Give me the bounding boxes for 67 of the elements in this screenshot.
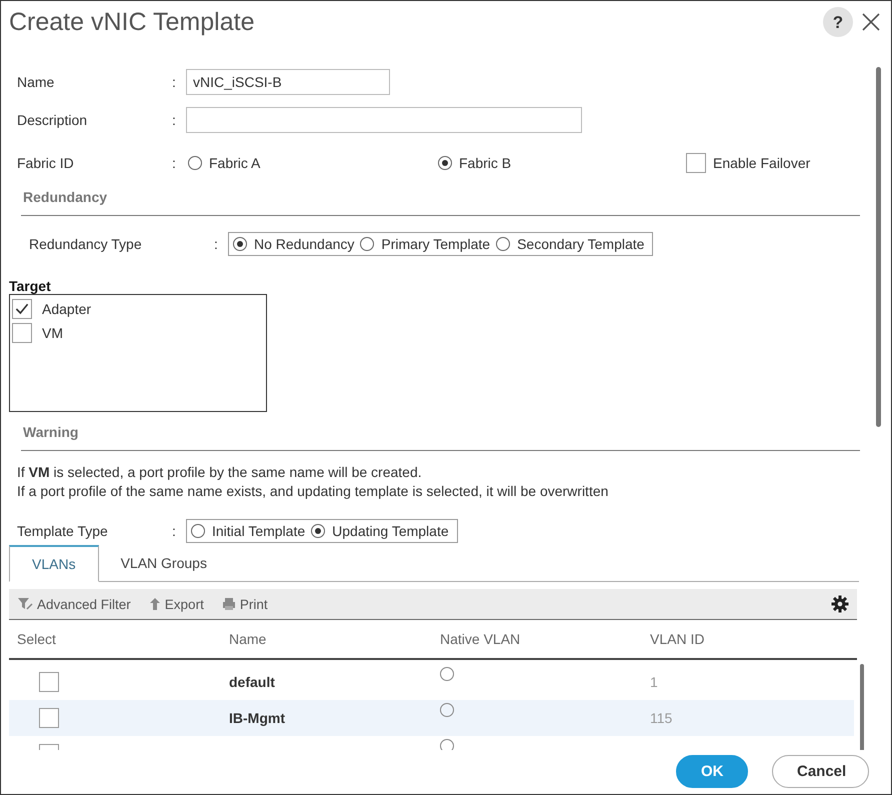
colon: : xyxy=(172,74,177,90)
field-label: Name xyxy=(17,74,56,90)
option-label: Fabric B xyxy=(459,155,512,171)
radio-button[interactable] xyxy=(311,524,326,538)
checkbox-label: VM xyxy=(42,325,63,341)
section-heading: Redundancy xyxy=(22,189,108,205)
option-label: Primary Template xyxy=(381,236,490,252)
vlan-name: default xyxy=(229,674,275,690)
radio-button[interactable] xyxy=(191,524,205,538)
option-label: No Redundancy xyxy=(254,236,354,252)
section-heading: Warning xyxy=(22,424,80,440)
colon: : xyxy=(172,155,177,171)
toolbar-button[interactable]: Advanced Filter xyxy=(17,596,137,612)
checkbox[interactable] xyxy=(39,672,59,692)
table-row[interactable]: IB-Mgmt 115 xyxy=(9,700,854,736)
colon: : xyxy=(172,112,177,128)
radio-button[interactable] xyxy=(440,667,454,681)
check-icon xyxy=(14,301,30,317)
checkbox-label: Adapter xyxy=(42,301,92,317)
dialog-button[interactable]: Cancel xyxy=(772,755,869,788)
field-label: Template Type xyxy=(17,523,109,539)
checkbox-label: Enable Failover xyxy=(713,155,810,171)
close-icon[interactable] xyxy=(861,12,881,32)
warning-text: If a port profile of the same name exists, and updating template is selected, it will be overwritten xyxy=(17,482,610,501)
text-field[interactable]: vNIC_iSCSI-B xyxy=(186,69,390,95)
warning-text: If VM is selected, a port profile by the same name will be created. xyxy=(17,463,423,482)
option-label: Updating Template xyxy=(332,523,449,539)
radio-button[interactable] xyxy=(440,703,454,717)
colon: : xyxy=(172,523,177,539)
option-label: Fabric A xyxy=(209,155,260,171)
radio-button[interactable] xyxy=(360,237,374,251)
window-title: Create vNIC Template xyxy=(9,8,254,36)
column-header: Native VLAN xyxy=(440,631,522,647)
settings-icon[interactable] xyxy=(831,595,849,613)
radio-button[interactable] xyxy=(440,739,454,750)
option-label: Secondary Template xyxy=(517,236,644,252)
checkbox[interactable] xyxy=(12,323,32,343)
radio-button[interactable] xyxy=(496,237,510,251)
tab[interactable]: VLANs xyxy=(9,545,99,582)
vlan-id: 115 xyxy=(650,710,672,726)
toolbar-button[interactable]: Print xyxy=(222,596,274,612)
checkbox[interactable] xyxy=(39,708,59,728)
vlan-name: IB-Mgmt xyxy=(229,710,285,726)
radio-button[interactable] xyxy=(438,156,452,170)
scrollbar[interactable] xyxy=(860,664,864,750)
scrollbar[interactable] xyxy=(876,67,881,427)
field-label: Fabric ID xyxy=(17,155,75,171)
column-header: VLAN ID xyxy=(650,631,706,647)
field-label: Redundancy Type xyxy=(28,236,143,252)
table-row[interactable]: default 1 xyxy=(9,664,854,700)
option-label: Initial Template xyxy=(212,523,306,539)
colon: : xyxy=(214,236,219,252)
column-header: Name xyxy=(229,631,268,647)
up-arrow-icon xyxy=(148,597,161,611)
section-heading: Target xyxy=(9,278,52,294)
help-icon[interactable]: ? xyxy=(823,7,853,37)
radio-button[interactable] xyxy=(188,156,202,170)
filter-icon xyxy=(17,597,33,611)
checkbox[interactable] xyxy=(12,299,32,319)
field-label: Description xyxy=(17,112,88,128)
radio-button[interactable] xyxy=(233,237,247,251)
text-field[interactable] xyxy=(186,107,582,133)
toolbar-button[interactable]: Export xyxy=(148,596,210,612)
printer-icon xyxy=(222,597,236,611)
column-header: Select xyxy=(16,631,57,647)
vlan-id: 1 xyxy=(650,674,658,690)
checkbox[interactable] xyxy=(686,153,706,173)
